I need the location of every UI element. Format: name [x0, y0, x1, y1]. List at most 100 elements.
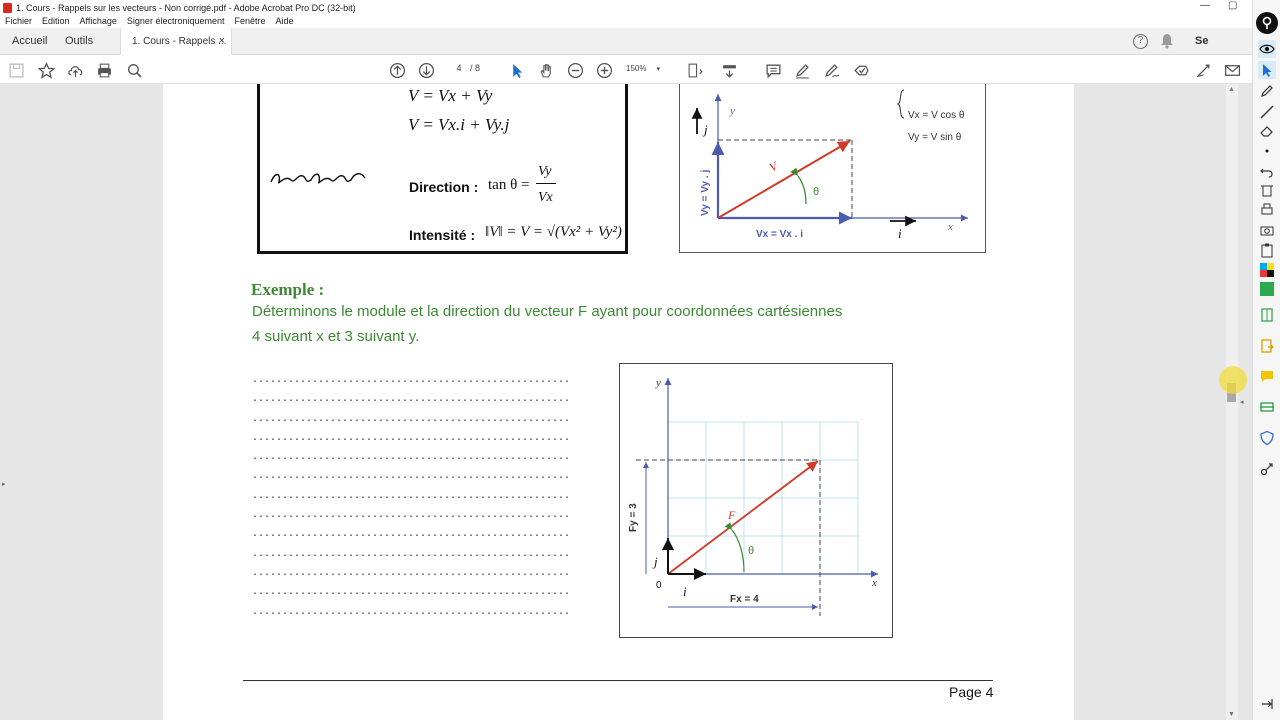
upload-cloud-icon[interactable]	[65, 60, 85, 80]
scroll-mode-icon[interactable]	[719, 60, 739, 80]
tab-bar: Accueil Outils 1. Cours - Rappels ... × …	[0, 28, 1252, 74]
right-tools-panel	[1252, 0, 1280, 720]
scan-icon[interactable]	[1258, 398, 1276, 416]
eye-icon[interactable]	[1258, 40, 1276, 58]
vertical-scrollbar[interactable]: ▲ ▼	[1226, 84, 1238, 720]
tab-tools[interactable]: Outils	[65, 28, 93, 55]
prev-page-icon[interactable]	[387, 60, 407, 80]
menu-fenetre[interactable]: Fenêtre	[229, 15, 270, 28]
print-icon[interactable]	[94, 60, 114, 80]
export-pdf-icon[interactable]	[1258, 337, 1276, 355]
protect-shield-icon[interactable]	[1258, 429, 1276, 447]
answer-line: ........................................…	[252, 375, 571, 386]
menu-signer[interactable]: Signer électroniquement	[122, 15, 230, 28]
fill-sign-icon[interactable]	[851, 60, 871, 80]
direction-label: Direction :	[409, 179, 479, 195]
title-bar: 1. Cours - Rappels sur les vecteurs - No…	[0, 0, 1280, 15]
next-page-icon[interactable]	[416, 60, 436, 80]
vy-label: Vy = Vy . j	[700, 170, 711, 216]
maximize-button[interactable]: ▢	[1228, 0, 1237, 11]
draw-tool-icon[interactable]	[821, 60, 841, 80]
comment-tool-icon[interactable]	[1258, 367, 1276, 385]
help-icon[interactable]: ?	[1133, 34, 1148, 49]
y-axis-label: y	[729, 105, 735, 117]
undo-icon[interactable]	[1258, 162, 1276, 180]
window-title: 1. Cours - Rappels sur les vecteurs - No…	[16, 2, 356, 13]
color-palette-icon[interactable]	[1258, 261, 1276, 279]
zoom-in-icon[interactable]	[594, 60, 614, 80]
trash-icon[interactable]	[1258, 181, 1276, 199]
pointer-cursor-icon[interactable]	[1258, 61, 1276, 79]
pencil-icon[interactable]	[1258, 82, 1276, 100]
example-line-1: Déterminons le module et la direction du…	[252, 303, 843, 320]
printer-icon[interactable]	[1258, 201, 1276, 219]
zoom-select[interactable]: 150% ▾	[626, 61, 670, 77]
menu-affichage[interactable]: Affichage	[75, 15, 122, 28]
answer-line: ........................................…	[252, 548, 571, 560]
right-panel-toggle-icon[interactable]: ◂	[1240, 398, 1244, 406]
equation-vx: Vx = V cos θ	[908, 110, 965, 121]
collapse-panel-icon[interactable]	[1258, 695, 1276, 713]
footer-divider	[243, 680, 993, 681]
scroll-down-icon[interactable]: ▼	[1228, 711, 1235, 718]
theta-label: θ	[813, 186, 819, 198]
direction-denominator: Vx	[538, 190, 553, 205]
tab-document-label: 1. Cours - Rappels ...	[132, 36, 227, 47]
green-swatch-icon[interactable]	[1258, 280, 1276, 298]
answer-line: ........................................…	[252, 413, 571, 425]
vector-diagram-1: j y x i θ V Vy = Vy . j Vx = Vx . i Vx =…	[691, 89, 968, 241]
email-icon[interactable]	[1222, 60, 1242, 80]
page-count: / 8	[470, 63, 481, 73]
tab-home[interactable]: Accueil	[12, 28, 47, 55]
i-label: i	[683, 584, 687, 599]
eraser-icon[interactable]	[1258, 122, 1276, 140]
fraction-bar	[536, 183, 556, 184]
scroll-up-icon[interactable]: ▲	[1228, 86, 1235, 93]
line-tool-icon[interactable]	[1258, 103, 1276, 121]
direction-numerator: Vy	[538, 164, 552, 179]
minimize-button[interactable]: —	[1200, 0, 1210, 11]
j-label: j	[702, 122, 708, 137]
equation-vy: Vy = V sin θ	[908, 132, 962, 143]
intensity-label: Intensité :	[409, 227, 476, 243]
save-icon[interactable]	[6, 60, 26, 80]
more-tools-icon[interactable]	[1258, 460, 1276, 478]
comment-icon[interactable]	[763, 60, 783, 80]
hand-tool-icon[interactable]	[536, 60, 556, 80]
answer-line: ........................................…	[252, 587, 571, 599]
direction-expression: tan θ =	[488, 177, 530, 193]
select-cursor-icon[interactable]	[507, 60, 527, 80]
answer-lines: ........................................…	[252, 371, 570, 622]
page-layout-icon[interactable]	[685, 60, 705, 80]
answer-line: ........................................…	[252, 606, 571, 618]
y-axis-label: y	[655, 377, 661, 389]
scribble-mark	[270, 173, 366, 184]
highlight-pen-icon[interactable]	[792, 60, 812, 80]
example-title: Exemple :	[251, 280, 325, 299]
menu-edition[interactable]: Edition	[37, 15, 75, 28]
camera-icon[interactable]	[1258, 221, 1276, 239]
share-link-icon[interactable]	[1193, 60, 1213, 80]
answer-line: ........................................…	[252, 452, 571, 464]
left-panel-toggle-icon[interactable]: ▸	[2, 480, 6, 488]
pdf-page: V = Vx + Vy V = Vx.i + Vy.j Direction : …	[163, 84, 1074, 720]
menu-bar: Fichier Edition Affichage Signer électro…	[0, 15, 1250, 28]
search-zoom-icon[interactable]	[124, 60, 144, 80]
theta-label: θ	[748, 545, 754, 557]
bell-icon[interactable]	[1160, 33, 1174, 52]
dot-icon[interactable]	[1258, 142, 1276, 160]
organize-pages-icon[interactable]	[1258, 306, 1276, 324]
document-viewport[interactable]: ▸ V = Vx + Vy V = Vx.i + Vy.j Direction …	[0, 84, 1252, 720]
pin-logo-icon[interactable]	[1256, 12, 1278, 34]
close-tab-button[interactable]: ×	[219, 28, 225, 55]
tab-document[interactable]: 1. Cours - Rappels ... ×	[120, 28, 232, 55]
j-label: j	[652, 554, 658, 569]
answer-line: ........................................…	[252, 567, 571, 579]
clipboard-icon[interactable]	[1258, 241, 1276, 259]
bookmark-star-icon[interactable]	[36, 60, 56, 80]
zoom-out-icon[interactable]	[565, 60, 585, 80]
formula-v-sum: V = Vx + Vy	[408, 86, 493, 105]
example-line-2: 4 suivant x et 3 suivant y.	[252, 328, 420, 345]
menu-fichier[interactable]: Fichier	[0, 15, 37, 28]
menu-aide[interactable]: Aide	[271, 15, 299, 28]
